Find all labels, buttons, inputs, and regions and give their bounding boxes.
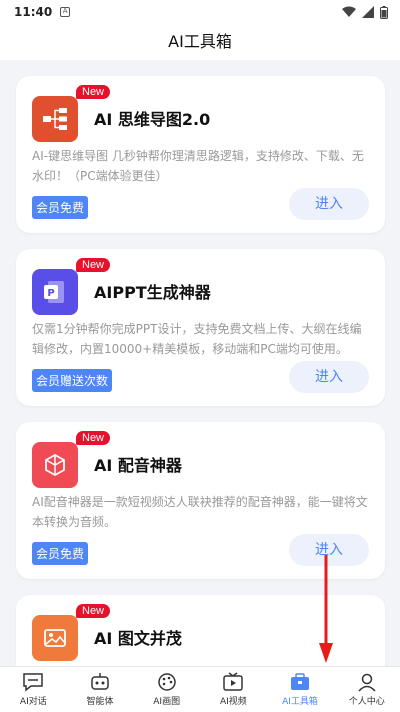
- image-text-icon: [32, 615, 78, 661]
- signal-icon: [362, 6, 374, 18]
- tool-card-ppt[interactable]: P New AIPPT生成神器 仅需1分钟帮你完成PPT设计，支持免费文档上传、…: [16, 249, 385, 406]
- wifi-icon: [342, 6, 356, 17]
- chat-icon: [23, 673, 44, 692]
- tab-ai-chat[interactable]: AI对话: [0, 667, 67, 712]
- annotation-arrow-icon: [319, 555, 333, 663]
- card-title: AI 思维导图2.0: [94, 110, 211, 129]
- card-title: AIPPT生成神器: [94, 283, 211, 302]
- member-tag: 会员免费: [32, 542, 89, 565]
- notification-icon: A: [60, 7, 71, 17]
- tool-list[interactable]: New AI 思维导图2.0 AI-键思维导图 几秒钟帮你理清思路逻辑，支持修改…: [0, 60, 400, 666]
- tab-label: 个人中心: [348, 697, 385, 707]
- palette-icon: [157, 673, 176, 691]
- robot-icon: [91, 673, 109, 690]
- enter-button[interactable]: 进入: [289, 188, 369, 220]
- tool-card-mindmap[interactable]: New AI 思维导图2.0 AI-键思维导图 几秒钟帮你理清思路逻辑，支持修改…: [16, 76, 385, 233]
- toolbox-icon: [291, 673, 310, 690]
- tab-ai-toolbox[interactable]: AI工具箱: [267, 667, 334, 712]
- tab-ai-draw[interactable]: AI画图: [133, 667, 200, 712]
- tab-label: 智能体: [86, 697, 114, 707]
- profile-icon: [358, 673, 376, 692]
- tab-profile[interactable]: 个人中心: [333, 667, 400, 712]
- card-description: 仅需1分钟帮你完成PPT设计，支持免费文档上传、大纲在线编辑修改，内置10000…: [32, 322, 362, 356]
- page-title: AI工具箱: [0, 24, 400, 60]
- card-title: AI 图文并茂: [94, 629, 182, 648]
- tab-agent[interactable]: 智能体: [67, 667, 134, 712]
- new-badge: New: [76, 431, 111, 445]
- status-bar: 11:40 A: [0, 0, 400, 24]
- tab-label: AI画图: [153, 697, 181, 707]
- member-tag: 会员赠送次数: [32, 369, 113, 392]
- enter-button[interactable]: 进入: [289, 361, 369, 393]
- svg-text:P: P: [47, 288, 54, 299]
- tab-label: AI工具箱: [282, 697, 318, 707]
- new-badge: New: [76, 258, 111, 272]
- bottom-tab-bar: AI对话 智能体 AI画图 AI视频 AI工具箱 个人中心: [0, 666, 400, 712]
- tab-ai-video[interactable]: AI视频: [200, 667, 267, 712]
- card-title: AI 配音神器: [94, 456, 182, 475]
- mindmap-icon: [32, 96, 78, 142]
- dubbing-icon: [32, 442, 78, 488]
- ppt-icon: P: [32, 269, 78, 315]
- card-description: AI配音神器是一款短视频达人联袂推荐的配音神器，能一键将文本转换为音频。: [32, 495, 368, 529]
- new-badge: New: [76, 604, 111, 618]
- status-time: 11:40: [14, 5, 53, 19]
- video-icon: [223, 672, 244, 691]
- member-tag: 会员免费: [32, 196, 89, 219]
- battery-icon: [380, 5, 388, 19]
- tab-label: AI对话: [19, 697, 47, 707]
- new-badge: New: [76, 85, 111, 99]
- tab-label: AI视频: [219, 697, 247, 707]
- card-description: AI-键思维导图 几秒钟帮你理清思路逻辑，支持修改、下载、无水印！（PC端体验更…: [32, 149, 364, 183]
